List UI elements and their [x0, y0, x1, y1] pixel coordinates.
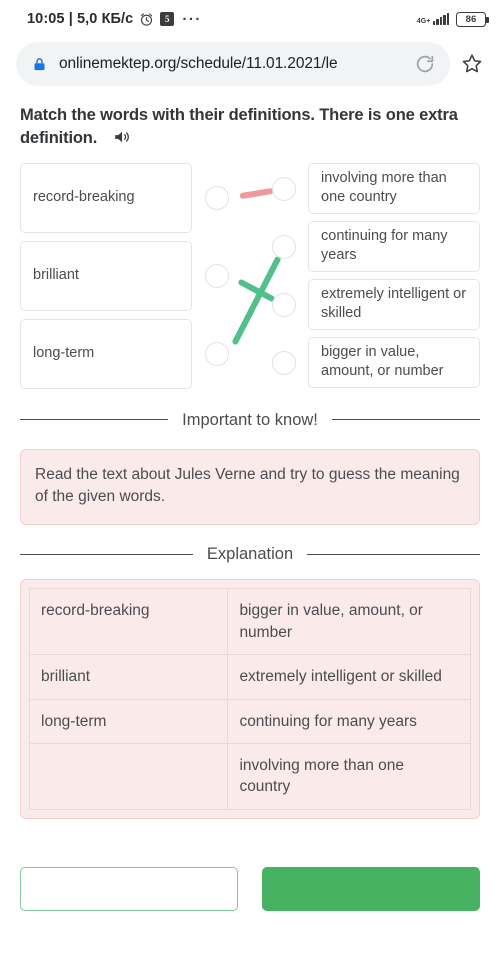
word-card-label: long-term [33, 345, 95, 362]
word-card-label: record-breaking [33, 189, 135, 206]
word-column: record-breaking brilliant long-term [20, 162, 192, 397]
status-bar: 10:05 | 5,0 КБ/с 5 ··· 4G+ 86 [0, 0, 500, 38]
word-connector-node[interactable] [205, 263, 229, 288]
definition-card-label: involving more than one country [321, 169, 447, 206]
definition-connector-node[interactable] [272, 176, 296, 201]
definition-connector-node[interactable] [272, 350, 296, 375]
word-card[interactable]: long-term [20, 318, 192, 389]
table-cell-word: record-breaking [28, 588, 229, 656]
table-cell-word: brilliant [28, 654, 229, 700]
alarm-clock-icon [141, 12, 153, 26]
signal-strength-bars [432, 13, 449, 25]
battery-level-label: 86 [465, 13, 477, 25]
table-cell-word [28, 742, 229, 810]
connection-line [239, 188, 274, 199]
message-badge-icon: 5 [160, 12, 175, 26]
url-text: onlinemektep.org/schedule/11.01.2021/le [59, 55, 338, 72]
divider-line-right [307, 553, 481, 555]
word-connector-node[interactable] [205, 341, 229, 366]
table-row: record-breaking bigger in value, amount,… [28, 588, 471, 656]
word-connector-node[interactable] [205, 185, 229, 210]
network-type-label: 4G+ [416, 18, 431, 25]
status-more-icon: ··· [182, 10, 202, 28]
definition-card[interactable]: bigger in value, amount, or number [308, 336, 480, 388]
definition-card-label: continuing for many years [321, 227, 448, 264]
table-cell-definition: bigger in value, amount, or number [227, 588, 471, 656]
footer [0, 819, 500, 911]
table-row: long-term continuing for many years [28, 698, 471, 744]
table-row: involving more than one country [28, 742, 471, 810]
primary-button[interactable] [262, 866, 480, 911]
explanation-section-divider: Explanation [20, 543, 481, 565]
important-note-text: Read the text about Jules Verne and try … [35, 466, 460, 506]
explanation-panel: record-breaking bigger in value, amount,… [20, 579, 480, 819]
word-card[interactable]: brilliant [20, 240, 192, 311]
reload-icon[interactable] [414, 53, 436, 75]
table-cell-definition: involving more than one country [227, 742, 471, 810]
lock-icon [34, 57, 45, 70]
battery-icon: 86 [456, 11, 489, 27]
explanation-section-heading: Explanation [206, 545, 294, 564]
speaker-icon[interactable] [112, 128, 132, 146]
matching-exercise: record-breaking brilliant long-term invo… [20, 162, 480, 391]
table-cell-definition: continuing for many years [227, 698, 471, 744]
definition-card[interactable]: continuing for many years [308, 220, 480, 272]
star-icon[interactable] [460, 52, 484, 76]
message-badge-count: 5 [165, 14, 170, 24]
table-cell-word: long-term [28, 698, 229, 744]
task-title-text: Match the words with their definitions. … [20, 106, 458, 148]
definition-card-label: bigger in value, amount, or number [321, 343, 444, 380]
connection-line [232, 256, 281, 345]
explanation-table: record-breaking bigger in value, amount,… [28, 588, 471, 810]
task-title: Match the words with their definitions. … [0, 98, 500, 153]
connection-line [238, 279, 275, 302]
divider-line-left [20, 553, 193, 555]
status-bar-right: 4G+ 86 [417, 11, 489, 27]
definition-card-label: extremely intelligent or skilled [321, 285, 467, 322]
definition-card[interactable]: extremely intelligent or skilled [308, 278, 480, 330]
definition-connector-node[interactable] [272, 292, 296, 317]
word-card[interactable]: record-breaking [20, 162, 192, 233]
table-cell-definition: extremely intelligent or skilled [227, 654, 471, 700]
divider-line-right [331, 419, 481, 421]
important-note: Read the text about Jules Verne and try … [20, 449, 480, 526]
definition-connector-node[interactable] [272, 234, 296, 259]
divider-line-left [20, 419, 169, 421]
definition-column: involving more than one country continui… [308, 162, 480, 395]
important-section-heading: Important to know! [182, 410, 318, 429]
footer-button-row [0, 866, 500, 911]
table-row: brilliant extremely intelligent or skill… [28, 654, 471, 700]
important-section-divider: Important to know! [20, 409, 481, 431]
word-card-label: brilliant [33, 267, 79, 284]
status-time-and-speed: 10:05 | 5,0 КБ/с [27, 11, 134, 27]
definition-card[interactable]: involving more than one country [308, 162, 480, 214]
address-bar[interactable]: onlinemektep.org/schedule/11.01.2021/le [16, 42, 450, 86]
browser-toolbar: onlinemektep.org/schedule/11.01.2021/le [0, 38, 500, 98]
signal-bars-icon: 4G+ [417, 13, 449, 25]
secondary-button[interactable] [20, 866, 238, 911]
status-bar-left: 10:05 | 5,0 КБ/с 5 ··· [27, 11, 202, 28]
